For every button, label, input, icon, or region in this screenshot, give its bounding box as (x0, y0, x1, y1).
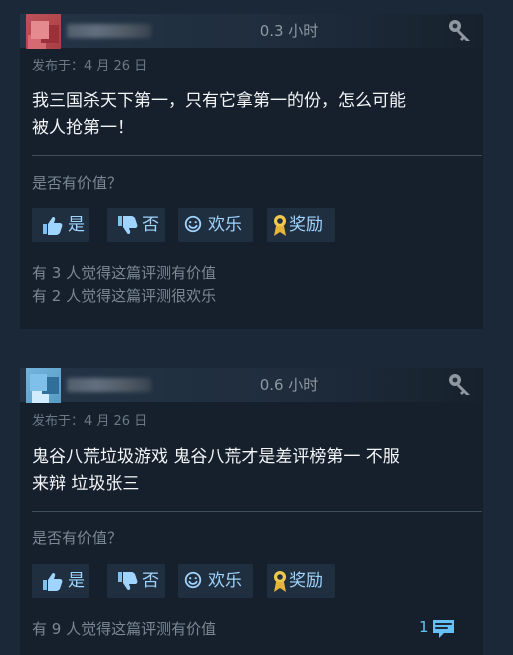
helpful-summary-line: 有 9 人觉得这篇评测有价值 (32, 620, 217, 638)
review-header: 0.3 小时 (20, 14, 483, 49)
vote-no-label: 否 (142, 571, 159, 591)
avatar[interactable] (26, 14, 61, 49)
vote-funny-label: 欢乐 (208, 571, 242, 591)
vote-row: 是 否 欢乐 奖励 (32, 208, 362, 242)
helpful-summary: 有 9 人觉得这篇评测有价值 (32, 618, 216, 641)
review-content-line: 被人抢第一！ (32, 118, 134, 138)
vote-yes-label: 是 (68, 571, 85, 591)
divider (32, 511, 482, 512)
thumb-up-icon (43, 216, 63, 235)
key-icon (449, 20, 470, 41)
review-card: 0.6 小时 发布于：4 月 26 日 鬼谷八荒垃圾游戏 鬼谷八荒才是差评榜第一… (20, 368, 483, 655)
smile-icon (184, 215, 202, 233)
thumb-down-icon (118, 572, 138, 591)
helpful-question: 是否有价值？ (32, 174, 123, 192)
playtime-hours: 0.6 小时 (259, 376, 319, 394)
review-content: 鬼谷八荒垃圾游戏 鬼谷八荒才是差评榜第一 不服 来辩 垃圾张三 (32, 444, 477, 498)
vote-yes-label: 是 (68, 215, 85, 235)
comment-count: 1 (419, 618, 429, 636)
playtime-hours: 0.3 小时 (259, 22, 319, 40)
award-label: 奖励 (289, 571, 323, 591)
comment-icon (433, 620, 454, 638)
helpful-summary-line: 有 3 人觉得这篇评测有价值 (32, 264, 217, 282)
divider (32, 155, 482, 156)
review-card: 0.3 小时 发布于：4 月 26 日 我三国杀天下第一，只有它拿第一的份，怎么… (20, 14, 483, 329)
award-button[interactable]: 奖励 (267, 564, 335, 598)
review-header: 0.6 小时 (20, 368, 483, 403)
smile-icon (184, 571, 202, 589)
vote-yes-button[interactable]: 是 (32, 208, 89, 242)
review-content-line: 我三国杀天下第一，只有它拿第一的份，怎么可能 (32, 91, 406, 111)
helpful-summary: 有 3 人觉得这篇评测有价值 有 2 人觉得这篇评测很欢乐 (32, 262, 216, 308)
helpful-question: 是否有价值？ (32, 529, 123, 547)
award-icon (274, 215, 286, 236)
vote-no-button[interactable]: 否 (107, 564, 165, 598)
review-content-line: 来辩 垃圾张三 (32, 474, 140, 494)
steam-review-list: 0.3 小时 发布于：4 月 26 日 我三国杀天下第一，只有它拿第一的份，怎么… (0, 0, 513, 655)
vote-no-button[interactable]: 否 (107, 208, 165, 242)
award-button[interactable]: 奖励 (267, 208, 335, 242)
key-icon (449, 374, 470, 395)
blurred-username[interactable] (67, 378, 151, 392)
avatar[interactable] (26, 368, 61, 403)
review-content: 我三国杀天下第一，只有它拿第一的份，怎么可能 被人抢第一！ (32, 88, 477, 142)
posted-date: 发布于：4 月 26 日 (32, 59, 148, 74)
vote-row: 是 否 欢乐 奖励 (32, 564, 362, 598)
vote-yes-button[interactable]: 是 (32, 564, 89, 598)
vote-funny-button[interactable]: 欢乐 (178, 564, 253, 598)
vote-funny-button[interactable]: 欢乐 (178, 208, 253, 242)
thumb-up-icon (43, 572, 63, 591)
blurred-username[interactable] (67, 24, 151, 38)
vote-funny-label: 欢乐 (208, 215, 242, 235)
funny-summary-line: 有 2 人觉得这篇评测很欢乐 (32, 287, 217, 305)
thumb-down-icon (118, 216, 138, 235)
award-label: 奖励 (289, 215, 323, 235)
vote-no-label: 否 (142, 215, 159, 235)
review-content-line: 鬼谷八荒垃圾游戏 鬼谷八荒才是差评榜第一 不服 (32, 447, 400, 467)
comment-count-button[interactable]: 1 (417, 613, 467, 641)
posted-date: 发布于：4 月 26 日 (32, 414, 148, 429)
award-icon (274, 571, 286, 592)
